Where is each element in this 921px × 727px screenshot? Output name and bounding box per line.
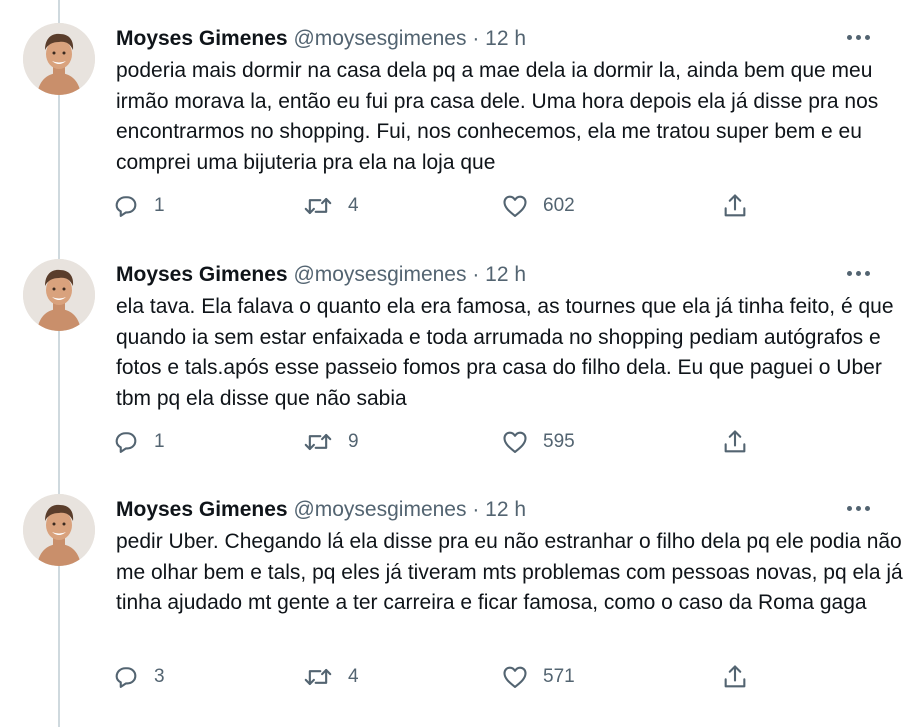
tweet-actions: 1 9 595 (0, 424, 921, 460)
retweet-icon (304, 197, 332, 215)
share-button[interactable] (721, 188, 749, 224)
retweet-icon (304, 668, 332, 686)
tweet-header: Moyses Gimenes @moysesgimenes · 12 h (116, 26, 526, 52)
retweet-button[interactable]: 4 (302, 659, 359, 695)
retweet-count: 4 (348, 666, 359, 687)
share-button[interactable] (721, 424, 749, 460)
tweet-header: Moyses Gimenes @moysesgimenes · 12 h (116, 497, 526, 523)
tweet-time[interactable]: 12 h (485, 27, 526, 50)
reply-icon (115, 667, 137, 688)
retweet-button[interactable]: 9 (302, 424, 359, 460)
reply-button[interactable]: 3 (112, 659, 165, 695)
reply-count: 3 (154, 666, 165, 687)
like-count: 571 (543, 666, 575, 687)
heart-icon (503, 431, 527, 453)
share-icon (724, 665, 746, 688)
avatar[interactable] (23, 494, 95, 566)
more-options-icon[interactable] (840, 25, 876, 49)
reply-button[interactable]: 1 (112, 424, 165, 460)
like-button[interactable]: 571 (501, 659, 575, 695)
separator: · (472, 27, 480, 50)
reply-count: 1 (154, 195, 165, 216)
tweet[interactable]: Moyses Gimenes @moysesgimenes · 12 h pod… (0, 0, 921, 236)
avatar[interactable] (23, 259, 95, 331)
tweet[interactable]: Moyses Gimenes @moysesgimenes · 12 h ped… (0, 471, 921, 707)
tweet-text: poderia mais dormir na casa dela pq a ma… (116, 59, 879, 174)
retweet-count: 9 (348, 431, 359, 452)
like-count: 595 (543, 431, 575, 452)
tweet-actions: 1 4 602 (0, 188, 921, 224)
reply-count: 1 (154, 431, 165, 452)
share-icon (724, 194, 746, 217)
share-icon (724, 430, 746, 453)
more-options-icon[interactable] (840, 261, 876, 285)
author-name[interactable]: Moyses Gimenes (116, 263, 288, 286)
author-handle[interactable]: @moysesgimenes (293, 27, 466, 50)
author-name[interactable]: Moyses Gimenes (116, 498, 288, 521)
author-handle[interactable]: @moysesgimenes (293, 263, 466, 286)
heart-icon (503, 666, 527, 688)
retweet-count: 4 (348, 195, 359, 216)
heart-icon (503, 195, 527, 217)
like-count: 602 (543, 195, 575, 216)
like-button[interactable]: 602 (501, 188, 575, 224)
tweet-header: Moyses Gimenes @moysesgimenes · 12 h (116, 262, 526, 288)
author-name[interactable]: Moyses Gimenes (116, 27, 288, 50)
share-button[interactable] (721, 659, 749, 695)
separator: · (472, 498, 480, 521)
tweet-actions: 3 4 571 (0, 659, 921, 695)
tweet-time[interactable]: 12 h (485, 498, 526, 521)
retweet-button[interactable]: 4 (302, 188, 359, 224)
tweet-thread: Moyses Gimenes @moysesgimenes · 12 h pod… (0, 0, 921, 727)
reply-button[interactable]: 1 (112, 188, 165, 224)
reply-icon (115, 432, 137, 453)
reply-icon (115, 196, 137, 217)
avatar[interactable] (23, 23, 95, 95)
separator: · (472, 263, 480, 286)
author-handle[interactable]: @moysesgimenes (293, 498, 466, 521)
retweet-icon (304, 433, 332, 451)
tweet-text: ela tava. Ela falava o quanto ela era fa… (116, 295, 894, 410)
tweet-time[interactable]: 12 h (485, 263, 526, 286)
tweet-text: pedir Uber. Chegando lá ela disse pra eu… (116, 530, 903, 614)
tweet[interactable]: Moyses Gimenes @moysesgimenes · 12 h ela… (0, 236, 921, 472)
like-button[interactable]: 595 (501, 424, 575, 460)
more-options-icon[interactable] (840, 496, 876, 520)
